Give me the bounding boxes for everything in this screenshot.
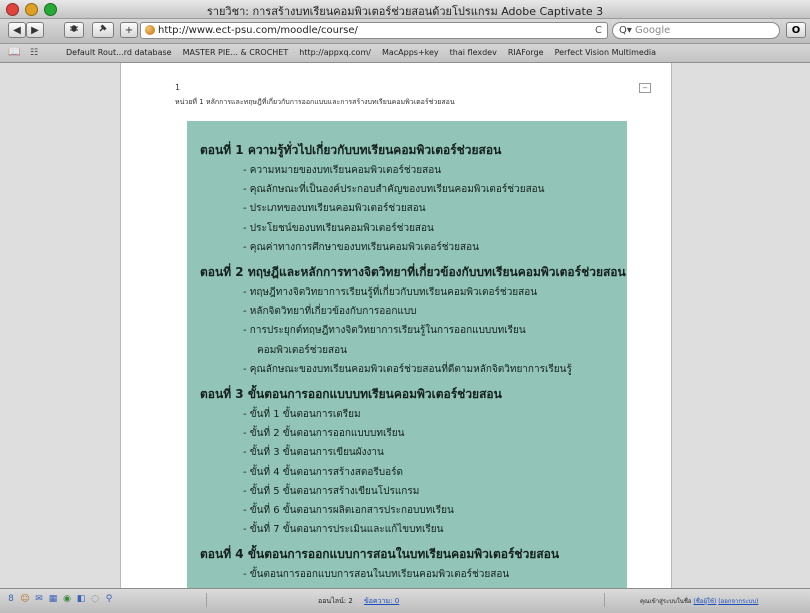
section-heading: หน่วยที่ 1 หลักการและทฤษฎีที่เกี่ยวกับกา…	[175, 98, 455, 106]
user-icon[interactable]: ☺	[20, 594, 30, 604]
bookmark-item[interactable]: http://appxq.com/	[299, 44, 371, 62]
bookmark-item[interactable]: thai flexdev	[450, 44, 497, 62]
status-divider	[604, 593, 605, 607]
slide-topic-item: - ขั้นที่ 4 ขั้นตอนการสร้างสตอรีบอร์ด	[243, 466, 403, 478]
status-icons: 8 ☺ ✉ ▦ ◉ ◧ ◌ ⚲	[6, 594, 114, 604]
bookmark-item[interactable]: MacApps+key	[382, 44, 439, 62]
settings-icon[interactable]: ◌	[90, 594, 100, 604]
course-frame: 1 หน่วยที่ 1 หลักการและทฤษฎีที่เกี่ยวกับ…	[120, 63, 672, 588]
bookmarks-bar: 📖 ☷ Default Rout...rd database MASTER PIE…	[0, 44, 810, 63]
user-link[interactable]: (ชื่อผู้ใช้)	[693, 598, 716, 605]
book-icon[interactable]: 📖	[8, 44, 20, 62]
login-text: คุณเข้าสู่ระบบในชื่อ	[640, 598, 692, 605]
pin-icon	[99, 24, 107, 32]
chat-icon[interactable]: ◉	[62, 594, 72, 604]
slide-topic-item: - ประเภทของบทเรียนคอมพิวเตอร์ช่วยสอน	[243, 203, 426, 215]
search-placeholder: Google	[635, 25, 671, 36]
status-bar: 8 ☺ ✉ ▦ ◉ ◧ ◌ ⚲ ออนไลน์: 2 ข้อความ: 0 คุ…	[0, 588, 810, 613]
login-info: คุณเข้าสู่ระบบในชื่อ (ชื่อผู้ใช้) (ออกจา…	[640, 596, 758, 606]
window-title: รายวิชา: การสร้างบทเรียนคอมพิวเตอร์ช่วยส…	[206, 5, 604, 18]
slide-topic-item: - ขั้นที่ 6 ขั้นตอนการผลิตเอกสารประกอบบท…	[243, 505, 454, 516]
search-status-icon[interactable]: ⚲	[104, 594, 114, 604]
slide-topic-item: - ขั้นที่ 7 ขั้นตอนการประเมินและแก้ไขบทเ…	[243, 524, 444, 536]
reload-icon[interactable]: C	[595, 23, 602, 38]
bookmark-item[interactable]: Perfect Vision Multimedia	[555, 44, 656, 62]
slide-topic-item: - ขั้นที่ 1 ขั้นตอนการเตรียม	[243, 409, 361, 420]
messages-count: ข้อความ: 0	[364, 596, 399, 607]
slide-topic-item: - คุณลักษณะที่เป็นองค์ประกอบสำคัญของบทเร…	[243, 184, 545, 196]
grid-icon[interactable]: ☷	[30, 44, 38, 62]
forum-icon[interactable]: ◧	[76, 594, 86, 604]
logout-link[interactable]: (ออกจากระบบ)	[718, 598, 758, 605]
online-count: ออนไลน์: 2	[318, 597, 353, 605]
search-icon: Q▾	[619, 25, 632, 36]
bookmark-list: Default Rout...rd database MASTER PIE... …	[66, 44, 656, 62]
status-divider	[206, 593, 207, 607]
slide-part-title: ตอนที่ 4 ขั้นตอนการออกแบบการสอนในบทเรียน…	[200, 547, 560, 562]
slide-topic-item: - คุณค่าทางการศึกษาของบทเรียนคอมพิวเตอร์…	[243, 241, 479, 253]
slide-topic-item: - ขั้นตอนการออกแบบการสอนในบทเรียนคอมพิวเ…	[243, 569, 510, 581]
slide-topic-item: - หลักจิตวิทยาที่เกี่ยวข้องกับการออกแบบ	[243, 306, 417, 318]
page-content: 1 หน่วยที่ 1 หลักการและทฤษฎีที่เกี่ยวกับ…	[0, 63, 810, 588]
slide-topic-item: - ประโยชน์ของบทเรียนคอมพิวเตอร์ช่วยสอน	[243, 222, 434, 234]
slide-part-title: ตอนที่ 3 ขั้นตอนการออกแบบบทเรียนคอมพิวเต…	[200, 387, 502, 401]
section-number: 1	[175, 83, 181, 92]
collapse-icon[interactable]: −	[639, 83, 651, 93]
lesson-slide-image: ตอนที่ 1 ความรู้ทั่วไปเกี่ยวกับบทเรียนคอ…	[187, 121, 627, 588]
site-icon	[145, 25, 155, 35]
back-button[interactable]: ◀	[8, 22, 26, 38]
slide-topic-item: - ขั้นที่ 2 ขั้นตอนการออกแบบบทเรียน	[243, 428, 405, 440]
slide-topic-item: - ขั้นที่ 3 ขั้นตอนการเขียนผังงาน	[243, 447, 384, 459]
slide-part-title: ตอนที่ 1 ความรู้ทั่วไปเกี่ยวกับบทเรียนคอ…	[200, 143, 502, 157]
url-text[interactable]: http://www.ect-psu.com/moodle/course/	[158, 23, 358, 38]
slide-topic-item: คอมพิวเตอร์ช่วยสอน	[257, 344, 347, 356]
slide-topic-item: - ความหมายของบทเรียนคอมพิวเตอร์ช่วยสอน	[243, 165, 442, 176]
slide-topic-item: - ขั้นที่ 5 ขั้นตอนการสร้างเขียนโปรแกรม	[243, 485, 420, 497]
calendar-icon[interactable]: ▦	[48, 594, 58, 604]
mail-icon[interactable]: ✉	[34, 594, 44, 604]
browser-toolbar: ◀ ▶ + http://www.ect-psu.com/moodle/cour…	[0, 19, 810, 44]
forward-button[interactable]: ▶	[26, 22, 44, 38]
bookmark-item[interactable]: RIAForge	[508, 44, 544, 62]
snapback-button[interactable]	[92, 22, 114, 38]
bookmark-item[interactable]: MASTER PIE... & CROCHET	[183, 44, 289, 62]
people-icon[interactable]: 8	[6, 594, 16, 604]
slide-topic-item: - ทฤษฎีทางจิตวิทยาการเรียนรู้ที่เกี่ยวกั…	[243, 287, 538, 298]
search-field[interactable]: Q▾ Google	[612, 22, 780, 39]
messages-link[interactable]: ข้อความ: 0	[364, 597, 399, 605]
slide-topic-item: - คุณลักษณะของบทเรียนคอมพิวเตอร์ช่วยสอนท…	[243, 363, 572, 375]
bug-report-button[interactable]	[64, 22, 84, 38]
slide-topic-item: - การประยุกต์ทฤษฎีทางจิตวิทยาการเรียนรู้…	[243, 325, 526, 337]
title-bar: รายวิชา: การสร้างบทเรียนคอมพิวเตอร์ช่วยส…	[0, 0, 810, 19]
add-bookmark-button[interactable]: +	[120, 22, 138, 38]
bug-icon	[70, 25, 78, 32]
o-button[interactable]: O	[786, 22, 806, 38]
slide-part-title: ตอนที่ 2 ทฤษฎีและหลักการทางจิตวิทยาที่เก…	[200, 265, 626, 279]
bookmark-item[interactable]: Default Rout...rd database	[66, 44, 172, 62]
address-bar[interactable]: http://www.ect-psu.com/moodle/course/ C	[140, 22, 608, 39]
